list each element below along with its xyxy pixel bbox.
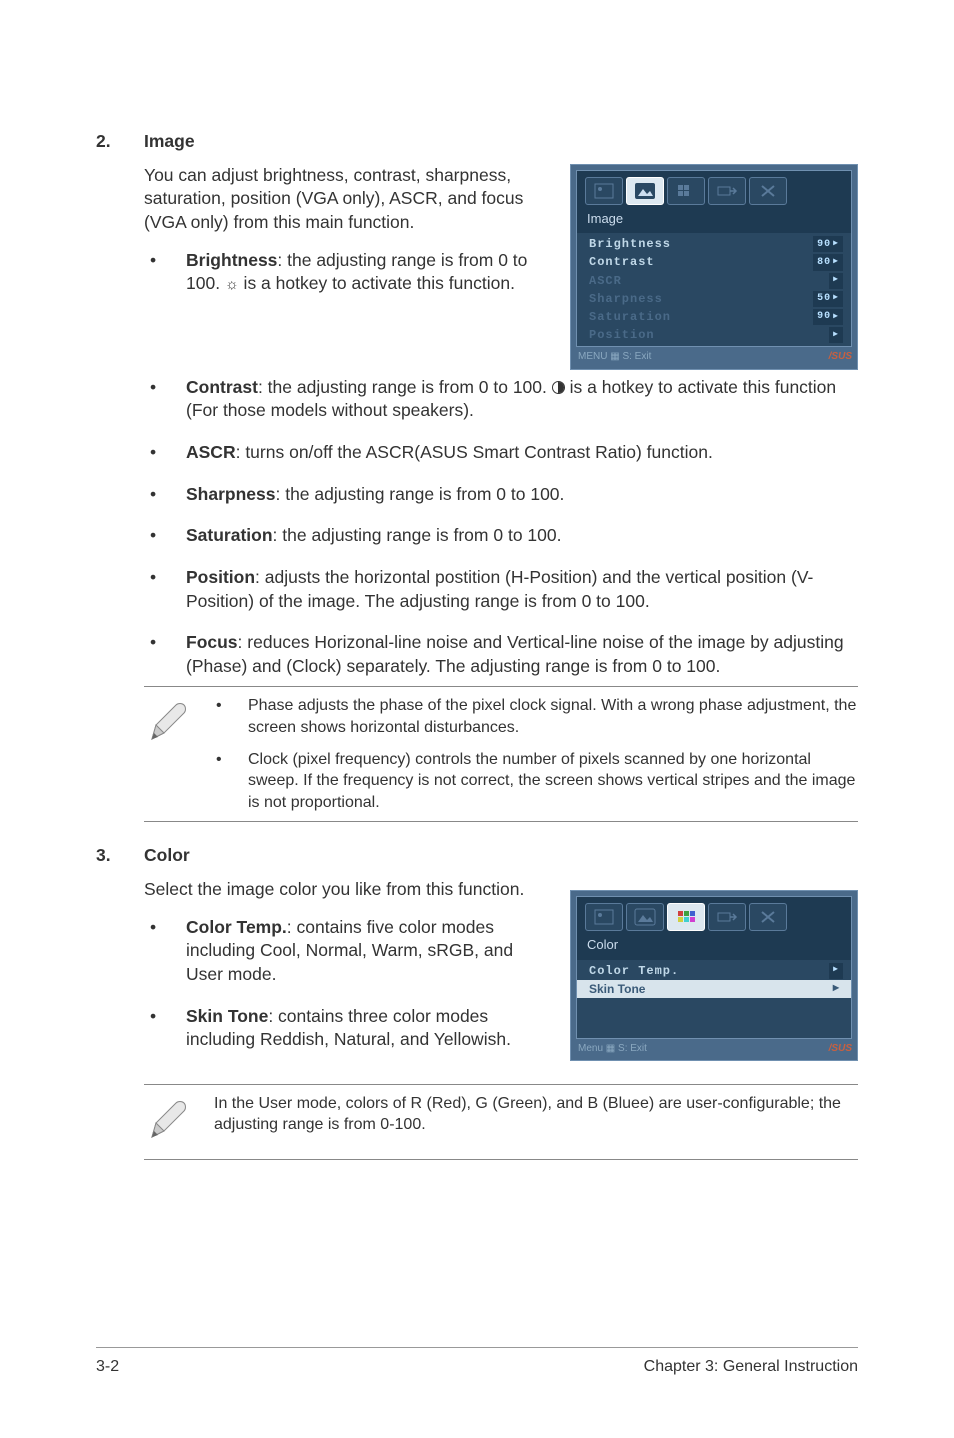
- osd-brand: /SUS: [829, 350, 852, 364]
- bullet-sharpness: Sharpness: the adjusting range is from 0…: [186, 483, 858, 507]
- note-phase: Phase adjusts the phase of the pixel clo…: [248, 695, 858, 738]
- osd-row: Brightness90▶: [577, 235, 851, 253]
- osd-tab-image-icon: [626, 903, 664, 931]
- osd-row: Saturation90▶: [577, 308, 851, 326]
- sun-icon: ☼: [225, 276, 239, 293]
- bullet-mark: •: [144, 631, 186, 678]
- osd-row: Color Temp.▶: [577, 962, 851, 980]
- osd-footer-left: MENU ▦ S: Exit: [578, 350, 651, 364]
- osd-tab-exit-icon: [749, 177, 787, 205]
- osd-row: Sharpness50▶: [577, 290, 851, 308]
- chapter-label: Chapter 3: General Instruction: [644, 1356, 858, 1378]
- bullet-saturation: Saturation: the adjusting range is from …: [186, 524, 858, 548]
- osd-row: ASCR▶: [577, 272, 851, 290]
- osd-tab-input-icon: [708, 177, 746, 205]
- osd-image-screenshot: Image Brightness90▶ Contrast80▶ ASCR▶ Sh…: [570, 164, 858, 370]
- bullet-mark: •: [144, 376, 186, 423]
- bullet-ascr: ASCR: turns on/off the ASCR(ASUS Smart C…: [186, 441, 858, 465]
- bullet-mark: •: [144, 1005, 186, 1052]
- osd-tab-exit-icon: [749, 903, 787, 931]
- bullet-mark: •: [144, 916, 186, 987]
- osd-tab-splendid-icon: [585, 903, 623, 931]
- bullet-mark: •: [144, 441, 186, 465]
- osd-tab-color-icon: [667, 903, 705, 931]
- page-footer: 3-2 Chapter 3: General Instruction: [96, 1347, 858, 1378]
- section3-intro: Select the image color you like from thi…: [144, 878, 550, 902]
- osd-footer-left: Menu ▦ S: Exit: [578, 1042, 647, 1056]
- note-clock: Clock (pixel frequency) controls the num…: [248, 749, 858, 814]
- osd-title: Color: [577, 934, 851, 960]
- page-number: 3-2: [96, 1356, 119, 1378]
- osd-tab-input-icon: [708, 903, 746, 931]
- section-number: 3.: [96, 844, 144, 868]
- bullet-focus: Focus: reduces Horizonal-line noise and …: [186, 631, 858, 678]
- pencil-icon: [144, 695, 194, 754]
- osd-tab-image-icon: [626, 177, 664, 205]
- note-user-mode: In the User mode, colors of R (Red), G (…: [214, 1093, 858, 1136]
- osd-row: Skin Tone▶: [577, 980, 851, 998]
- bullet-mark: •: [214, 695, 248, 738]
- bullet-mark: •: [214, 749, 248, 814]
- osd-color-screenshot: Color Color Temp.▶ Skin Tone▶ Menu ▦ S: …: [570, 890, 858, 1061]
- osd-title: Image: [577, 208, 851, 234]
- bullet-skin-tone: Skin Tone: contains three color modes in…: [186, 1005, 550, 1052]
- bullet-brightness: Brightness: the adjusting range is from …: [186, 249, 550, 296]
- contrast-icon: [552, 381, 565, 394]
- bullet-mark: •: [144, 524, 186, 548]
- bullet-mark: •: [144, 566, 186, 613]
- osd-tab-splendid-icon: [585, 177, 623, 205]
- bullet-position: Position: adjusts the horizontal postiti…: [186, 566, 858, 613]
- note-box: • Phase adjusts the phase of the pixel c…: [144, 686, 858, 822]
- bullet-color-temp: Color Temp.: contains five color modes i…: [186, 916, 550, 987]
- bullet-mark: •: [144, 483, 186, 507]
- section2-intro: You can adjust brightness, contrast, sha…: [144, 164, 550, 235]
- osd-row: Contrast80▶: [577, 253, 851, 271]
- osd-row: Position▶: [577, 326, 851, 344]
- osd-tab-color-icon: [667, 177, 705, 205]
- section-title: Image: [144, 130, 195, 154]
- osd-brand: /SUS: [829, 1042, 852, 1056]
- note-box: In the User mode, colors of R (Red), G (…: [144, 1084, 858, 1161]
- section-title: Color: [144, 844, 190, 868]
- bullet-mark: •: [144, 249, 186, 296]
- pencil-icon: [144, 1093, 194, 1152]
- bullet-contrast: Contrast: the adjusting range is from 0 …: [186, 376, 858, 423]
- section-number: 2.: [96, 130, 144, 154]
